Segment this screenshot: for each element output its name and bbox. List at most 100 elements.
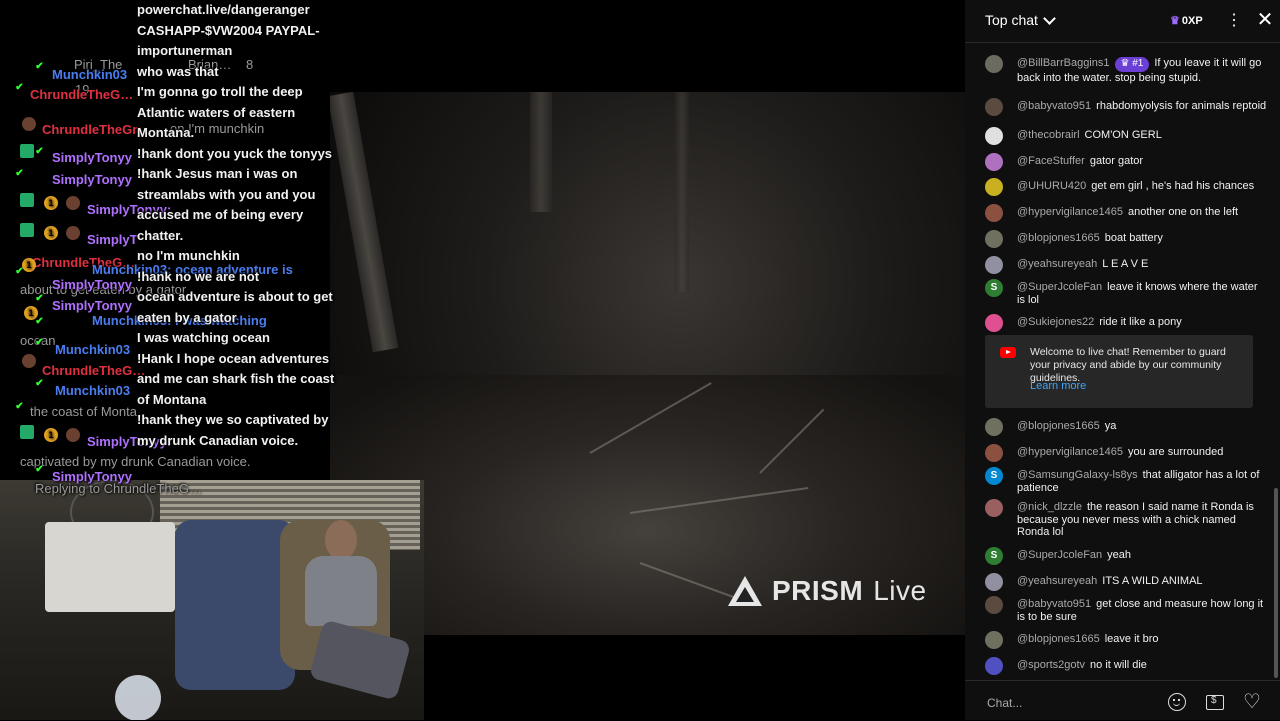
overlay-chat-line: SimplyTonyy bbox=[52, 150, 132, 165]
watermark-suffix: Live bbox=[873, 575, 927, 606]
chat-author-name[interactable]: @blopjones1665 bbox=[1017, 633, 1100, 645]
chat-message-text: no it will die bbox=[1090, 659, 1147, 671]
overlay-chat-line: SimplyT bbox=[87, 232, 138, 247]
chat-author-name[interactable]: @Sukiejones22 bbox=[1017, 316, 1094, 328]
chat-message-body: @BillBarrBaggins1 ♛ #1 If you leave it it … bbox=[1017, 57, 1267, 84]
chevron-down-icon bbox=[1043, 11, 1056, 25]
chat-message-body: @FaceStuffer gator gator bbox=[1017, 155, 1267, 168]
heart-icon[interactable]: ♡ bbox=[1243, 692, 1261, 712]
chat-author-name[interactable]: @thecobrairl bbox=[1017, 129, 1080, 141]
avatar[interactable] bbox=[985, 631, 1003, 649]
chat-message-body: @sports2gotv no it will die bbox=[1017, 659, 1267, 672]
overlay-chat-line: SimplyTonyy bbox=[52, 277, 132, 292]
chat-author-name[interactable]: @babyvato951 bbox=[1017, 598, 1091, 610]
avatar[interactable] bbox=[985, 55, 1003, 73]
avatar[interactable] bbox=[985, 98, 1003, 116]
avatar bbox=[66, 226, 80, 240]
learn-more-link[interactable]: Learn more bbox=[1030, 380, 1086, 392]
emoji-icon[interactable] bbox=[1168, 693, 1186, 711]
chat-author-name[interactable]: @hypervigilance1465 bbox=[1017, 206, 1123, 218]
chat-author-name[interactable]: @SuperJcoleFan bbox=[1017, 281, 1102, 293]
chat-input[interactable] bbox=[985, 693, 1169, 713]
chat-message-text: ride it like a pony bbox=[1099, 316, 1182, 328]
avatar[interactable]: S bbox=[985, 467, 1003, 485]
moderator-badge-icon: ✔ bbox=[35, 337, 44, 348]
overlay-chat-line: Munchkin03 bbox=[55, 342, 131, 357]
live-chat-panel: Top chat ♛ 0XP ⋮ ✕ Welcome to live chat!… bbox=[965, 0, 1280, 720]
chat-message-body: @hypervigilance1465 another one on the le… bbox=[1017, 206, 1267, 219]
chat-message-body: @SuperJcoleFan leave it knows where the w… bbox=[1017, 281, 1267, 306]
avatar[interactable] bbox=[985, 499, 1003, 517]
avatar[interactable] bbox=[985, 444, 1003, 462]
avatar[interactable] bbox=[985, 178, 1003, 196]
moderator-badge-icon: ✔ bbox=[35, 378, 44, 389]
coin-badge-icon: 1 bbox=[44, 226, 58, 240]
close-icon[interactable]: ✕ bbox=[1255, 10, 1275, 30]
avatar[interactable] bbox=[985, 256, 1003, 274]
chat-message-text: COM'ON GERL bbox=[1084, 129, 1162, 141]
overlay-chat-line: the coast of Monta bbox=[30, 404, 137, 419]
chat-author-name[interactable]: @blopjones1665 bbox=[1017, 232, 1100, 244]
avatar bbox=[22, 117, 36, 131]
webcam-feed bbox=[0, 480, 424, 720]
avatar[interactable] bbox=[985, 573, 1003, 591]
super-chat-icon[interactable] bbox=[1206, 695, 1224, 710]
overlay-chat-line: ChrundleTheG… bbox=[30, 87, 134, 102]
chat-message-body: @thecobrairl COM'ON GERL bbox=[1017, 129, 1267, 142]
avatar[interactable] bbox=[985, 596, 1003, 614]
chat-message-body: @SamsungGalaxy-ls8ys that alligator has a… bbox=[1017, 469, 1267, 494]
xp-badge[interactable]: ♛ 0XP bbox=[1170, 14, 1203, 28]
chat-author-name[interactable]: @UHURU420 bbox=[1017, 180, 1086, 192]
chat-author-name[interactable]: @hypervigilance1465 bbox=[1017, 446, 1123, 458]
moderator-badge-icon: ✔ bbox=[35, 464, 44, 475]
avatar[interactable] bbox=[985, 153, 1003, 171]
chat-author-name[interactable]: @yeahsureyeah bbox=[1017, 575, 1097, 587]
chat-message-text: yeah bbox=[1107, 549, 1132, 561]
overlay-message: !hank dont you yuck the tonyys bbox=[137, 145, 333, 161]
avatar[interactable] bbox=[985, 418, 1003, 436]
chat-message-body: @yeahsureyeah ITS A WILD ANIMAL bbox=[1017, 575, 1267, 588]
chat-author-name[interactable]: @BillBarrBaggins1 bbox=[1017, 57, 1110, 69]
chat-message-text: gator gator bbox=[1089, 155, 1144, 167]
subscriber-badge-icon bbox=[20, 223, 34, 237]
chat-author-name[interactable]: @blopjones1665 bbox=[1017, 420, 1100, 432]
video-player[interactable]: PRISM Live Piri_The Brian… 8 Munchkin03 19 Ch… bbox=[0, 0, 965, 720]
overlay-chat-line: captivated by my drunk Canadian voice. bbox=[20, 454, 251, 469]
moderator-badge-icon: ✔ bbox=[15, 401, 24, 412]
overlay-message: CASHAPP-$VW2004 PAYPAL-importunerman bbox=[137, 22, 320, 59]
coin-badge-icon: 1 bbox=[44, 196, 58, 210]
chat-message-body: @nick_dlzzle the reason I said name it Ro… bbox=[1017, 501, 1267, 539]
rank-label: #1 bbox=[1132, 58, 1144, 69]
avatar[interactable] bbox=[985, 314, 1003, 332]
avatar[interactable]: S bbox=[985, 279, 1003, 297]
chat-message-body: @blopjones1665 leave it bro bbox=[1017, 633, 1267, 646]
chat-message-body: @hypervigilance1465 you are surrounded bbox=[1017, 446, 1267, 459]
overlay-chat-line: Munchkin03 bbox=[52, 67, 128, 82]
overlay-message: who was that bbox=[137, 63, 219, 79]
avatar[interactable]: S bbox=[985, 547, 1003, 565]
chat-author-name[interactable]: @nick_dlzzle bbox=[1017, 501, 1082, 513]
chat-author-name[interactable]: @babyvato951 bbox=[1017, 100, 1091, 112]
avatar[interactable] bbox=[985, 127, 1003, 145]
chat-message-list[interactable]: Welcome to live chat! Remember to guard … bbox=[965, 43, 1280, 679]
chat-message-body: @SuperJcoleFan yeah bbox=[1017, 549, 1267, 562]
more-vert-icon[interactable]: ⋮ bbox=[1226, 12, 1242, 30]
chat-message-body: @babyvato951 get close and measure how lo… bbox=[1017, 598, 1267, 623]
chat-author-name[interactable]: @yeahsureyeah bbox=[1017, 258, 1097, 270]
chat-message-text: L E A V E bbox=[1102, 258, 1149, 270]
chat-mode-dropdown[interactable]: Top chat bbox=[985, 11, 1056, 28]
avatar bbox=[22, 354, 36, 368]
overlay-message: !hank they we so captivated by my drunk … bbox=[137, 412, 329, 448]
chat-author-name[interactable]: @SuperJcoleFan bbox=[1017, 549, 1102, 561]
chat-scrollbar[interactable] bbox=[1274, 488, 1278, 678]
avatar[interactable] bbox=[985, 204, 1003, 222]
chat-message-text: ya bbox=[1104, 420, 1117, 432]
chat-message-body: @Sukiejones22 ride it like a pony bbox=[1017, 316, 1267, 329]
avatar[interactable] bbox=[985, 657, 1003, 675]
chat-author-name[interactable]: @FaceStuffer bbox=[1017, 155, 1085, 167]
chat-message-text: boat battery bbox=[1104, 232, 1163, 244]
chat-author-name[interactable]: @SamsungGalaxy-ls8ys bbox=[1017, 469, 1138, 481]
chat-author-name[interactable]: @sports2gotv bbox=[1017, 659, 1085, 671]
avatar bbox=[66, 196, 80, 210]
avatar[interactable] bbox=[985, 230, 1003, 248]
